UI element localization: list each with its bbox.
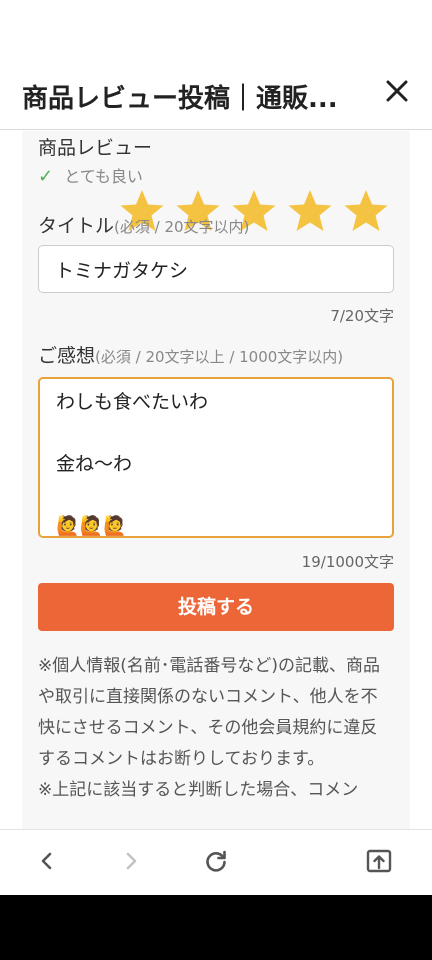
review-heading: 商品レビュー: [38, 137, 153, 159]
back-icon[interactable]: [32, 846, 62, 876]
rating-label: とても良い: [64, 167, 143, 186]
status-area: [0, 0, 432, 60]
title-field-label: タイトル(必須 / 20文字以内): [38, 211, 249, 238]
close-icon[interactable]: [382, 76, 412, 106]
comment-hint: (必須 / 20文字以上 / 1000文字以内): [95, 348, 344, 366]
title-counter: 7/20文字: [330, 307, 394, 325]
share-icon[interactable]: [364, 846, 394, 876]
reload-icon[interactable]: [201, 846, 231, 876]
review-form: 商品レビュー ✓ とても良い タイトル(必須 / 20文字以内) トミナガタケシ…: [22, 131, 410, 829]
title-hint: (必須 / 20文字以内): [114, 218, 250, 236]
comment-line: 🙋🙋🙋: [56, 515, 127, 537]
comment-line: [56, 420, 376, 451]
submit-button[interactable]: 投稿する: [38, 583, 394, 631]
comment-line: わしも食べたいわ: [56, 391, 209, 413]
system-nav-area: [0, 895, 432, 960]
browser-toolbar: [0, 829, 432, 895]
comment-label-text: ご感想: [38, 345, 96, 367]
title-input[interactable]: トミナガタケシ: [38, 245, 394, 293]
comment-field-label: ご感想(必須 / 20文字以上 / 1000文字以内): [38, 341, 343, 368]
page-title: 商品レビュー投稿｜通販...: [22, 84, 338, 114]
comment-textarea[interactable]: わしも食べたいわ 金ね〜わ 🙋🙋🙋: [38, 377, 394, 538]
check-icon: ✓: [38, 166, 54, 187]
forward-icon[interactable]: [116, 846, 146, 876]
title-label-text: タイトル: [38, 215, 115, 237]
rating-summary: ✓ とても良い: [38, 163, 143, 187]
notice-text: ※個人情報(名前･電話番号など)の記載、商品や取引に直接関係のないコメント、他人…: [38, 651, 394, 806]
comment-line: [56, 482, 376, 513]
notice-paragraph: ※上記に該当すると判断した場合、コメン: [38, 780, 359, 800]
star-icon[interactable]: [286, 187, 334, 235]
star-icon[interactable]: [342, 187, 390, 235]
comment-line: 金ね〜わ: [56, 453, 133, 475]
notice-paragraph: ※個人情報(名前･電話番号など)の記載、商品や取引に直接関係のないコメント、他人…: [38, 656, 381, 769]
comment-counter: 19/1000文字: [301, 553, 394, 571]
title-bar: 商品レビュー投稿｜通販...: [0, 60, 432, 130]
